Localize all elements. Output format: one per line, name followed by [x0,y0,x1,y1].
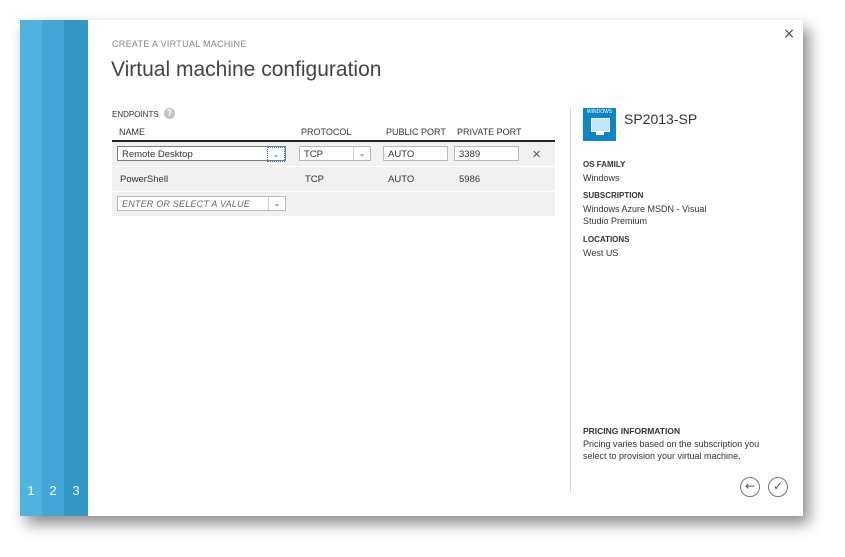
new-endpoint-name-select[interactable]: ENTER OR SELECT A VALUE ⌄ [117,196,286,211]
wizard-dialog: × CREATE A VIRTUAL MACHINE Virtual machi… [88,20,803,516]
private-port-value: 3389 [459,149,481,160]
os-family-value: Windows [583,173,620,183]
locations-value: West US [583,248,619,258]
question-circle-icon[interactable]: ? [164,108,175,119]
step-stripe-3[interactable]: 3 [64,20,88,516]
table-row-editing: Remote Desktop ⌄ TCP ⌄ AUTO 3389 ✕ [112,142,555,167]
chevron-down-icon[interactable]: ⌄ [268,197,285,210]
vertical-divider [570,108,571,492]
step-number-1[interactable]: 1 [20,483,42,498]
column-header-private-port: PRIVATE PORT [457,127,522,137]
monitor-stand [596,132,604,135]
endpoint-name-select[interactable]: Remote Desktop ⌄ [117,146,286,162]
locations-label: LOCATIONS [583,235,630,244]
public-port-value: AUTO [388,149,415,160]
os-tile-label: WINDOWS [586,109,613,115]
endpoints-label: ENDPOINTS [112,110,159,119]
private-port-cell: 5986 [459,174,481,185]
complete-button[interactable]: ✓ [768,477,788,497]
wizard-subtitle: CREATE A VIRTUAL MACHINE [112,39,247,49]
checkmark-icon: ✓ [772,479,784,493]
new-endpoint-placeholder: ENTER OR SELECT A VALUE [122,199,250,209]
endpoint-name-value: Remote Desktop [122,149,193,160]
public-port-cell: AUTO [388,174,415,185]
protocol-cell: TCP [305,174,324,185]
os-family-label: OS FAMILY [583,160,626,169]
chevron-down-icon[interactable]: ⌄ [267,147,285,162]
step-stripe-1[interactable]: 1 [20,20,42,516]
protocol-select[interactable]: TCP ⌄ [299,146,371,161]
table-header: NAME PROTOCOL PUBLIC PORT PRIVATE PORT [112,124,555,142]
endpoints-table: NAME PROTOCOL PUBLIC PORT PRIVATE PORT R… [112,124,555,217]
public-port-input[interactable]: AUTO [383,146,448,161]
chevron-down-icon[interactable]: ⌄ [353,147,370,160]
page-title: Virtual machine configuration [111,58,382,81]
protocol-value: TCP [304,149,323,160]
wizard-step-stripes: 1 2 3 [20,20,88,516]
endpoint-name-cell: PowerShell [120,174,169,185]
arrow-left-icon: ← [744,479,756,493]
monitor-icon [591,118,610,132]
pricing-label: PRICING INFORMATION [583,426,681,436]
windows-os-icon: WINDOWS [583,108,616,141]
close-icon[interactable]: × [783,26,795,42]
pricing-text: Pricing varies based on the subscription… [583,439,760,461]
table-row-new: ENTER OR SELECT A VALUE ⌄ [112,192,555,217]
subscription-value: Windows Azure MSDN - Visual Studio Premi… [583,204,707,226]
step-stripe-2[interactable]: 2 [42,20,64,516]
table-row[interactable]: PowerShell TCP AUTO 5986 [112,167,555,192]
vm-name: SP2013-SP [624,111,698,127]
subscription-label: SUBSCRIPTION [583,191,644,200]
remove-endpoint-icon[interactable]: ✕ [532,148,541,161]
private-port-input[interactable]: 3389 [454,146,519,161]
column-header-public-port: PUBLIC PORT [386,127,446,137]
step-number-3[interactable]: 3 [64,483,88,498]
column-header-protocol: PROTOCOL [301,127,352,137]
step-number-2[interactable]: 2 [42,483,64,498]
column-header-name: NAME [119,127,146,137]
back-button[interactable]: ← [740,477,760,497]
